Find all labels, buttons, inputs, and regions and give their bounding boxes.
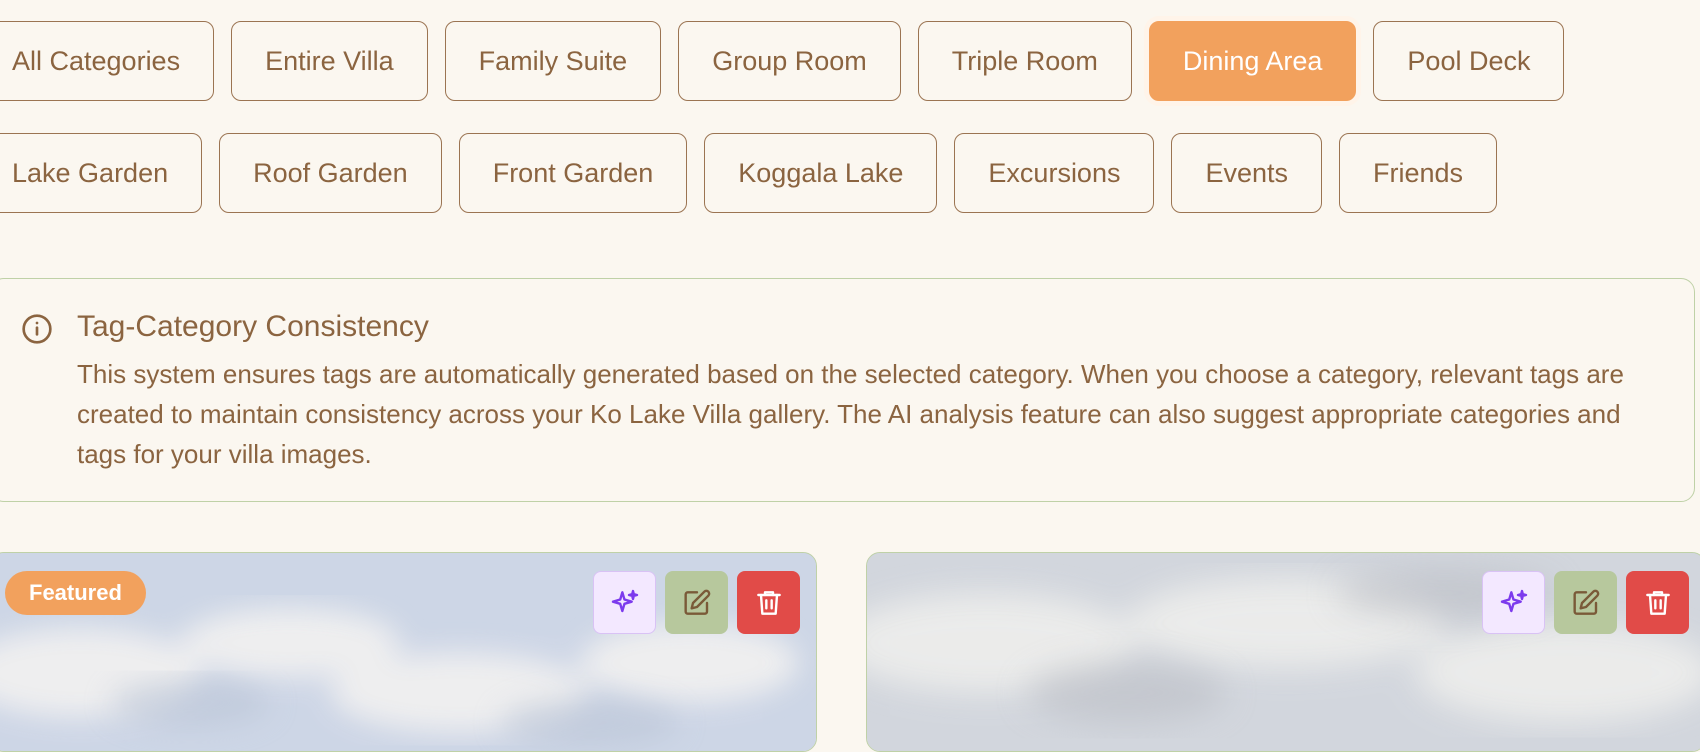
filter-triple-room[interactable]: Triple Room [917,21,1132,101]
edit-button[interactable] [665,571,728,634]
filter-excursions[interactable]: Excursions [954,133,1155,213]
tag-consistency-info-box: Tag-Category Consistency This system ens… [0,278,1695,502]
edit-icon [1572,589,1599,615]
edit-button[interactable] [1554,571,1617,634]
filter-pool-deck[interactable]: Pool Deck [1373,21,1565,101]
delete-button[interactable] [1626,571,1689,634]
sparkles-icon [611,589,638,612]
filter-entire-villa[interactable]: Entire Villa [231,21,428,101]
filter-koggala-lake[interactable]: Koggala Lake [704,133,938,213]
filter-lake-garden[interactable]: Lake Garden [0,133,203,213]
trash-icon [756,590,781,615]
category-filter-row-2: Lake Garden Roof Garden Front Garden Kog… [0,133,1498,213]
gallery-image-card[interactable] [866,552,1700,752]
featured-badge: Featured [5,571,146,615]
filter-events[interactable]: Events [1171,133,1323,213]
edit-icon [683,589,710,615]
filter-group-room[interactable]: Group Room [678,21,901,101]
ai-analyze-button[interactable] [593,571,656,634]
info-title: Tag-Category Consistency [77,310,429,343]
gallery-image-card[interactable]: Featured [0,552,817,752]
trash-icon [1645,590,1670,615]
card-actions [1482,571,1689,634]
info-description: This system ensures tags are automatical… [77,359,1624,469]
filter-all-categories[interactable]: All Categories [0,21,215,101]
ai-analyze-button[interactable] [1482,571,1545,634]
info-circle-icon [22,314,52,344]
category-filter-row-1: All Categories Entire Villa Family Suite… [0,21,1565,101]
filter-front-garden[interactable]: Front Garden [458,133,688,213]
sparkles-icon [1500,589,1527,612]
filter-friends[interactable]: Friends [1339,133,1498,213]
filter-roof-garden[interactable]: Roof Garden [219,133,442,213]
delete-button[interactable] [737,571,800,634]
filter-dining-area[interactable]: Dining Area [1148,21,1357,101]
filter-family-suite[interactable]: Family Suite [444,21,662,101]
card-actions [593,571,800,634]
